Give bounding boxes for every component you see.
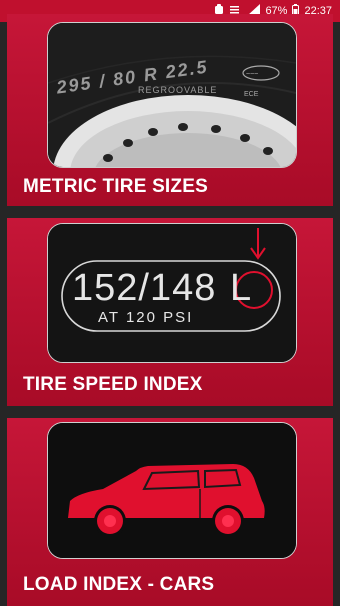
card-label: LOAD INDEX - CARS — [23, 574, 215, 595]
load-speed-code: 152/148 L — [72, 267, 252, 310]
speed-index-image: 152/148 L AT 120 PSI — [47, 223, 297, 363]
card-metric-tire-sizes[interactable]: ~~~ ECE 295 / 80 R 22.5 REGROOVABLE METR… — [7, 14, 333, 206]
card-tire-speed-index[interactable]: 152/148 L AT 120 PSI TIRE SPEED INDEX — [7, 218, 333, 406]
speed-letter-text: L — [229, 267, 253, 309]
card-load-index-cars[interactable]: LOAD INDEX - CARS — [7, 418, 333, 606]
car-image — [47, 422, 297, 559]
load-index-text: 152/148 — [72, 267, 217, 309]
psi-text: AT 120 PSI — [98, 309, 194, 326]
card-label: TIRE SPEED INDEX — [23, 374, 203, 395]
svg-text:ECE: ECE — [244, 91, 259, 98]
tire-sub-text: REGROOVABLE — [138, 85, 218, 95]
svg-text:~~~: ~~~ — [246, 71, 258, 78]
car-silhouette-icon — [48, 423, 296, 558]
tire-sidewall-image: ~~~ ECE 295 / 80 R 22.5 REGROOVABLE — [47, 22, 297, 168]
card-label: METRIC TIRE SIZES — [23, 176, 208, 197]
